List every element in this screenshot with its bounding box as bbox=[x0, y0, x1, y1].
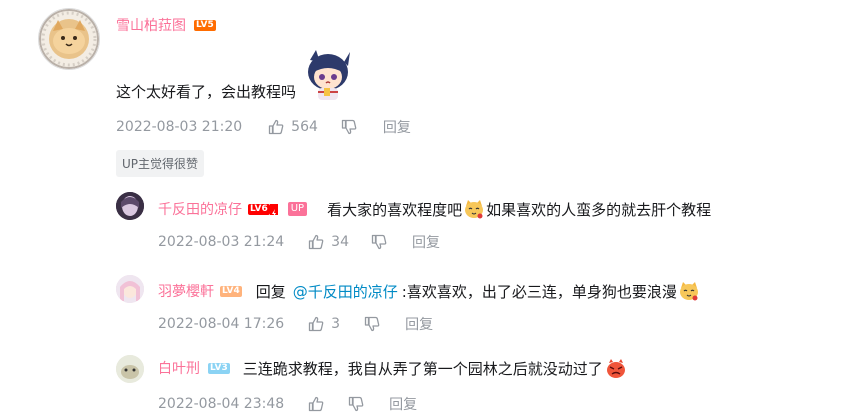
thumbs-up-icon bbox=[308, 316, 324, 332]
thumbs-down-icon[interactable] bbox=[371, 234, 387, 250]
reply-text: 看大家的喜欢程度吧 bbox=[327, 200, 463, 219]
sticker-emote bbox=[300, 48, 356, 104]
like-count: 564 bbox=[291, 119, 318, 135]
reply-text: 如果喜欢的人蛮多的就去肝个教程 bbox=[486, 200, 712, 219]
reply-prefix: 回复 bbox=[255, 282, 286, 301]
thumbs-down-icon[interactable] bbox=[364, 316, 380, 332]
up-liked-tag: UP主觉得很赞 bbox=[116, 150, 205, 177]
comment-date: 2022-08-03 21:20 bbox=[116, 119, 243, 135]
like-button[interactable] bbox=[308, 396, 324, 412]
like-button[interactable]: 3 bbox=[308, 316, 340, 332]
thumbs-down-icon[interactable] bbox=[341, 119, 357, 135]
reply-date: 2022-08-04 23:48 bbox=[158, 396, 285, 412]
level-badge: LV6 bbox=[248, 203, 270, 215]
level-badge: LV4 bbox=[220, 285, 242, 297]
cat-emoji bbox=[678, 280, 700, 302]
reply-text: :喜欢喜欢，出了必三连，单身狗也要浪漫 bbox=[401, 282, 677, 301]
angry-emoji bbox=[605, 357, 627, 379]
reply-button[interactable]: 回复 bbox=[383, 117, 411, 137]
reply-text: 三连跪求教程，我自从弄了第一个园林之后就没动过了 bbox=[242, 359, 603, 378]
username[interactable]: 白叶刑 bbox=[158, 358, 200, 378]
lightning-icon bbox=[269, 203, 278, 218]
level-badge: LV3 bbox=[208, 362, 230, 374]
reply-button[interactable]: 回复 bbox=[389, 394, 417, 414]
like-count: 34 bbox=[331, 234, 349, 250]
thumbs-up-icon bbox=[308, 234, 324, 250]
username[interactable]: 千反田的凉仔 bbox=[158, 199, 242, 219]
avatar[interactable] bbox=[116, 355, 144, 383]
mention-link[interactable]: @千反田的凉仔 bbox=[293, 281, 398, 302]
avatar[interactable] bbox=[116, 192, 144, 220]
reply-button[interactable]: 回复 bbox=[405, 314, 433, 334]
thumbs-up-icon bbox=[308, 396, 324, 412]
like-button[interactable]: 564 bbox=[268, 119, 318, 135]
cat-emoji bbox=[463, 198, 485, 220]
avatar[interactable] bbox=[116, 275, 144, 303]
thumbs-down-icon[interactable] bbox=[348, 396, 364, 412]
reply-button[interactable]: 回复 bbox=[412, 232, 440, 252]
username[interactable]: 雪山柏菈图 bbox=[116, 15, 186, 35]
comment-text: 这个太好看了，会出教程吗 bbox=[116, 83, 297, 101]
reply-date: 2022-08-03 21:24 bbox=[158, 234, 285, 250]
level-badge: LV5 bbox=[194, 19, 216, 31]
like-count: 3 bbox=[331, 316, 341, 332]
username[interactable]: 羽夢櫻軒 bbox=[158, 281, 214, 301]
like-button[interactable]: 34 bbox=[308, 234, 349, 250]
up-badge: UP bbox=[287, 202, 308, 216]
avatar[interactable] bbox=[38, 8, 100, 70]
reply-date: 2022-08-04 17:26 bbox=[158, 316, 285, 332]
thumbs-up-icon bbox=[268, 119, 284, 135]
